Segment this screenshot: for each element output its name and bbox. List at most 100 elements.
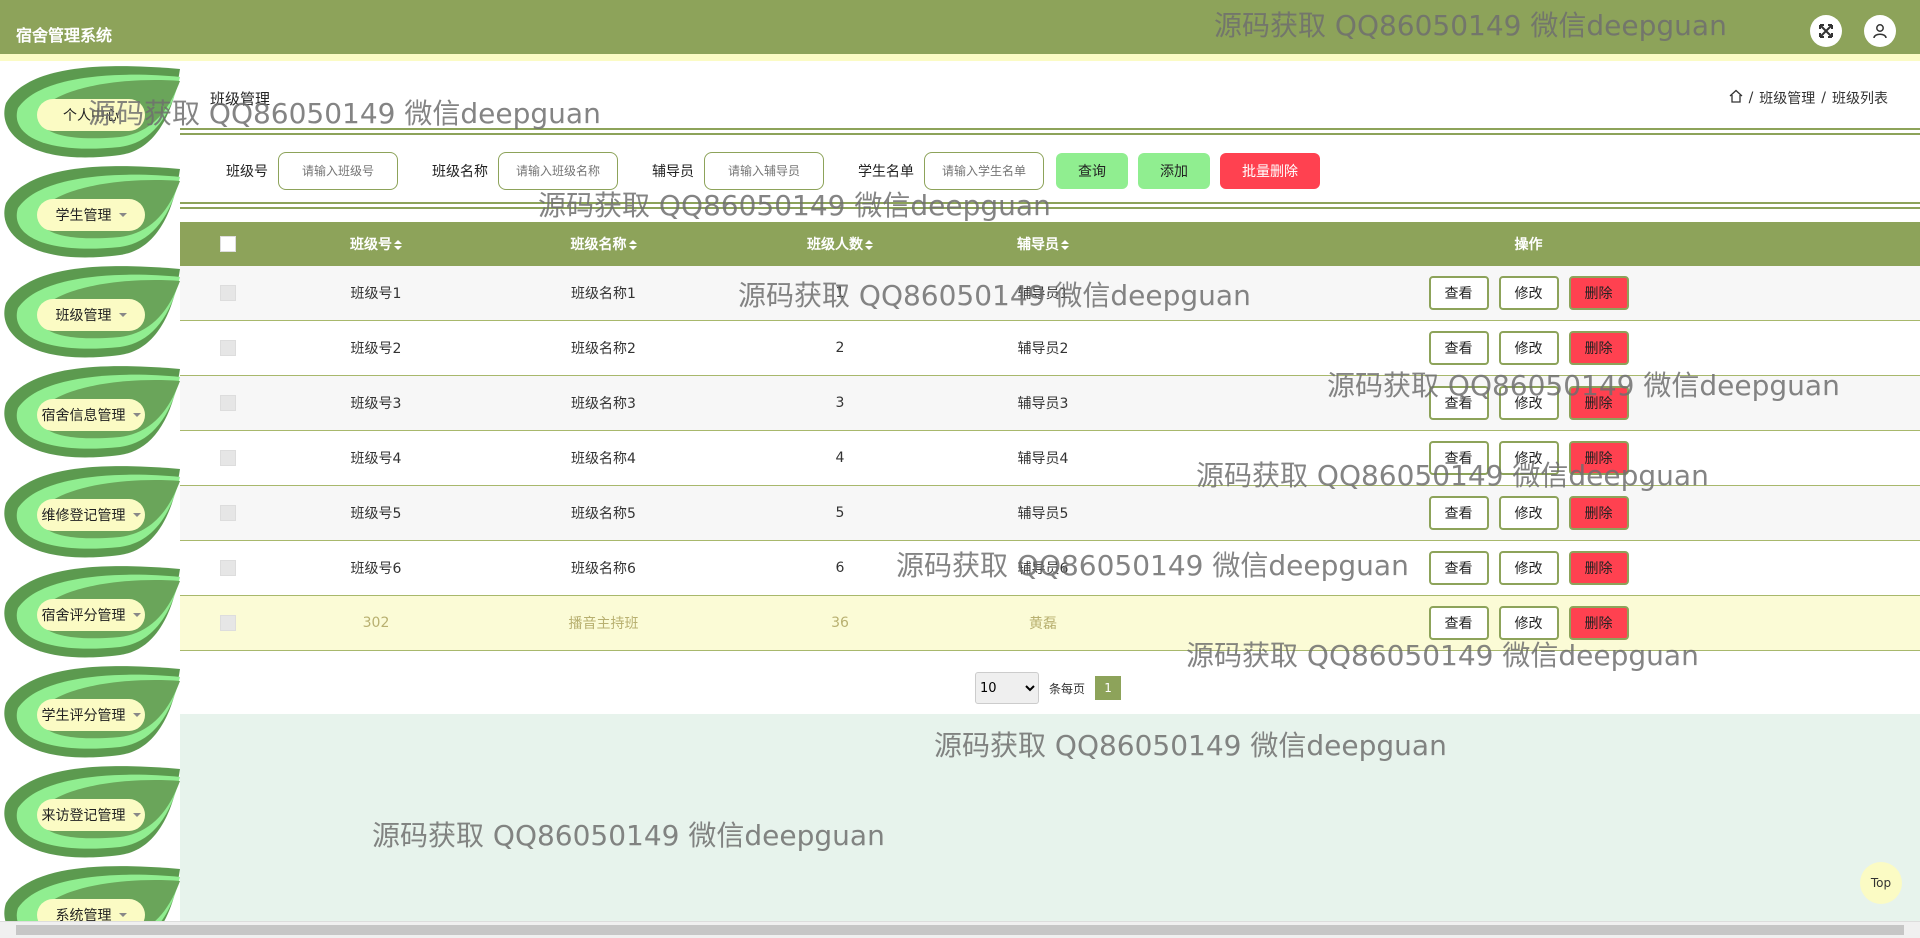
select-all-checkbox[interactable] [220,236,236,252]
row-checkbox[interactable] [220,395,236,411]
view-button[interactable]: 查看 [1428,331,1489,365]
app-title: 宿舍管理系统 [16,26,113,45]
header-count[interactable]: 班级人数 [731,234,949,254]
sidebar-item-student-rating[interactable]: 学生评分管理 [0,663,180,763]
edit-button[interactable]: 修改 [1498,276,1559,310]
sort-icon[interactable] [1061,240,1069,250]
chevron-down-icon [132,613,141,617]
cell-count: 36 [831,615,849,631]
cell-class-name: 班级名称5 [571,506,636,522]
class-name-input[interactable] [498,152,618,190]
view-button[interactable]: 查看 [1428,551,1489,585]
back-to-top-button[interactable]: Top [1860,862,1902,904]
edit-button[interactable]: 修改 [1498,386,1559,420]
page-size-select[interactable]: 10 [975,672,1039,704]
cell-tutor: 辅导员3 [1017,396,1069,412]
cell-tutor: 辅导员6 [1017,561,1069,577]
sidebar-item-dorm-rating[interactable]: 宿舍评分管理 [0,563,180,663]
row-checkbox[interactable] [220,285,236,301]
delete-button[interactable]: 删除 [1568,441,1629,475]
chevron-down-icon [132,413,141,417]
chevron-down-icon [132,513,141,517]
edit-button[interactable]: 修改 [1498,496,1559,530]
table-row: 302 播音主持班 36 黄磊 查看 修改 删除 [180,596,1920,651]
delete-button[interactable]: 删除 [1568,331,1629,365]
sort-icon[interactable] [865,240,873,250]
divider [180,202,1920,209]
cell-class-name: 班级名称3 [571,396,636,412]
view-button[interactable]: 查看 [1428,276,1489,310]
table-header: 班级号 班级名称 班级人数 辅导员 操作 [180,222,1920,266]
delete-button[interactable]: 删除 [1568,551,1629,585]
edit-button[interactable]: 修改 [1498,441,1559,475]
sidebar-item-label: 学生评分管理 [41,708,126,724]
horizontal-scrollbar[interactable] [0,921,1920,938]
search-label: 辅导员 [652,164,694,180]
table-row: 班级号5 班级名称5 5 辅导员5 查看 修改 删除 [180,486,1920,541]
cell-tutor: 辅导员1 [1017,286,1069,302]
row-checkbox[interactable] [220,505,236,521]
sidebar-item-dorm-info-management[interactable]: 宿舍信息管理 [0,363,180,463]
row-checkbox[interactable] [220,560,236,576]
search-label: 班级名称 [432,164,488,180]
sidebar-item-visitor-registration[interactable]: 来访登记管理 [0,763,180,863]
search-bar: 班级号 班级名称 辅导员 学生名单 查询 添加 批量删除 [226,151,1330,191]
add-button[interactable]: 添加 [1138,153,1210,189]
view-button[interactable]: 查看 [1428,496,1489,530]
cell-count: 4 [835,450,845,466]
sidebar: 个人中心 学生管理 班级管理 宿舍信息管理 维修登记管理 宿舍评分管理 学生评分… [0,61,180,921]
home-icon[interactable] [1729,89,1743,107]
table-row: 班级号1 班级名称1 1 辅导员1 查看 修改 删除 [180,266,1920,321]
chevron-down-icon [118,313,127,317]
table-row: 班级号3 班级名称3 3 辅导员3 查看 修改 删除 [180,376,1920,431]
sidebar-item-system-management[interactable]: 系统管理 [0,863,180,921]
tutor-input[interactable] [704,152,824,190]
row-checkbox[interactable] [220,615,236,631]
sidebar-item-personal-center[interactable]: 个人中心 [0,63,180,163]
cell-count: 5 [835,505,845,521]
header-tutor[interactable]: 辅导员 [949,234,1137,254]
edit-button[interactable]: 修改 [1498,606,1559,640]
header-ops: 操作 [1514,237,1543,253]
chevron-down-icon [132,813,141,817]
edit-button[interactable]: 修改 [1498,331,1559,365]
sidebar-item-repair-registration[interactable]: 维修登记管理 [0,463,180,563]
page-number[interactable]: 1 [1095,676,1122,700]
chevron-down-icon [118,913,127,917]
table-row: 班级号2 班级名称2 2 辅导员2 查看 修改 删除 [180,321,1920,376]
edit-button[interactable]: 修改 [1498,551,1559,585]
student-list-input[interactable] [924,152,1044,190]
row-checkbox[interactable] [220,450,236,466]
sidebar-item-label: 班级管理 [55,308,112,324]
view-button[interactable]: 查看 [1428,441,1489,475]
delete-button[interactable]: 删除 [1568,606,1629,640]
row-checkbox[interactable] [220,340,236,356]
view-button[interactable]: 查看 [1428,606,1489,640]
view-button[interactable]: 查看 [1428,386,1489,420]
delete-button[interactable]: 删除 [1568,496,1629,530]
cell-class-no: 班级号6 [350,561,402,577]
batch-delete-button[interactable]: 批量删除 [1220,153,1320,189]
fullscreen-icon[interactable] [1810,15,1842,47]
cell-tutor: 黄磊 [1029,616,1057,632]
chevron-down-icon [118,213,127,217]
scrollbar-thumb[interactable] [16,925,1904,935]
table-row: 班级号6 班级名称6 6 辅导员6 查看 修改 删除 [180,541,1920,596]
delete-button[interactable]: 删除 [1568,276,1629,310]
user-icon[interactable] [1864,15,1896,47]
sort-icon[interactable] [628,240,637,250]
main-content: 班级管理 / 班级管理 / 班级列表 班级号 班级名称 辅导员 学生名单 查询 … [180,61,1920,921]
delete-button[interactable]: 删除 [1568,386,1629,420]
header-class-name[interactable]: 班级名称 [476,234,731,254]
cell-tutor: 辅导员4 [1017,451,1069,467]
query-button[interactable]: 查询 [1056,153,1128,189]
sort-icon[interactable] [394,240,402,250]
class-no-input[interactable] [278,152,398,190]
sidebar-item-label: 维修登记管理 [41,508,126,524]
header-class-no[interactable]: 班级号 [276,234,476,254]
search-label: 学生名单 [858,164,914,180]
sidebar-item-class-management[interactable]: 班级管理 [0,263,180,363]
breadcrumb-item[interactable]: 班级管理 [1759,88,1815,108]
top-bar-stripe [0,54,1920,61]
sidebar-item-student-management[interactable]: 学生管理 [0,163,180,263]
